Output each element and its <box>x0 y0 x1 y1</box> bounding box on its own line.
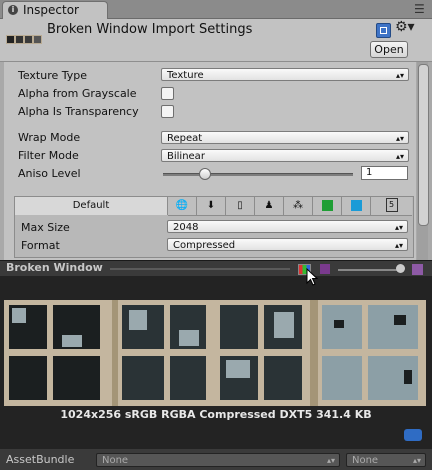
windows-phone-icon <box>350 199 362 211</box>
mip-level-icon[interactable] <box>412 264 423 275</box>
max-size-value: 2048 <box>173 222 199 233</box>
asset-bundle-label: AssetBundle <box>6 453 75 466</box>
blackberry-icon: ⁂ <box>293 200 303 211</box>
alpha-grayscale-label: Alpha from Grayscale <box>18 87 137 100</box>
texture-type-dropdown[interactable]: Texture ▴▾ <box>161 68 409 81</box>
preview-drag-handle[interactable] <box>110 268 290 270</box>
filter-mode-dropdown[interactable]: Bilinear ▴▾ <box>161 149 409 162</box>
platform-tab-standalone[interactable]: 🌐 <box>168 197 197 216</box>
panel-menu-icon[interactable]: ☰ <box>414 2 425 16</box>
windows-store-icon <box>321 199 333 211</box>
tab-inspector[interactable]: i Inspector <box>2 1 108 19</box>
alpha-transparency-checkbox[interactable] <box>161 105 174 118</box>
platform-tab-windows-phone[interactable] <box>342 197 371 216</box>
inspector-header: Broken Window Import Settings ⚙▾ Open <box>0 19 432 62</box>
alpha-transparency-label: Alpha Is Transparency <box>18 105 139 118</box>
platform-tab-windows-store[interactable] <box>313 197 342 216</box>
alpha-channel-icon[interactable] <box>320 264 330 274</box>
wrap-mode-value: Repeat <box>167 133 203 144</box>
globe-icon: 🌐 <box>175 200 189 211</box>
info-icon: i <box>8 5 18 15</box>
format-value: Compressed <box>173 240 236 251</box>
texture-type-label: Texture Type <box>18 69 88 82</box>
scrollbar-thumb[interactable] <box>418 64 429 226</box>
platform-tab-android[interactable]: ♟ <box>255 197 284 216</box>
dropdown-arrow-icon: ▴▾ <box>394 223 403 232</box>
help-book-icon[interactable] <box>376 23 391 38</box>
download-icon: ⬇ <box>206 200 216 211</box>
tab-default[interactable]: Default <box>15 197 168 215</box>
wrap-mode-dropdown[interactable]: Repeat ▴▾ <box>161 131 409 144</box>
wrap-mode-label: Wrap Mode <box>18 131 81 144</box>
asset-bundle-variant-value: None <box>352 455 379 466</box>
dropdown-arrow-icon: ▴▾ <box>412 456 421 465</box>
mip-slider-track[interactable] <box>338 269 402 271</box>
asset-bundle-value: None <box>102 455 129 466</box>
texture-type-value: Texture <box>167 70 204 81</box>
texture-info: 1024x256 sRGB RGBA Compressed DXT5 341.4… <box>60 408 372 421</box>
filter-mode-value: Bilinear <box>167 151 205 162</box>
asset-bundle-bar: AssetBundle None ▴▾ None ▴▾ <box>0 449 432 470</box>
dropdown-arrow-icon: ▴▾ <box>394 241 403 250</box>
dropdown-arrow-icon: ▴▾ <box>395 71 404 80</box>
format-dropdown[interactable]: Compressed ▴▾ <box>167 238 408 251</box>
platform-tab-ios[interactable]: ▯ <box>226 197 255 216</box>
android-icon: ♟ <box>264 200 274 211</box>
platform-tab-blackberry[interactable]: ⁂ <box>284 197 313 216</box>
page-title: Broken Window Import Settings <box>47 22 253 37</box>
asset-label-icon[interactable] <box>404 429 422 441</box>
phone-icon: ▯ <box>237 200 243 211</box>
platform-settings: Default 🌐 ⬇ ▯ ♟ ⁂ 5 Max Size 2048 ▴▾ Form… <box>14 196 414 258</box>
dropdown-arrow-icon: ▴▾ <box>395 152 404 161</box>
max-size-label: Max Size <box>21 221 70 234</box>
texture-preview: 1024x256 sRGB RGBA Compressed DXT5 341.4… <box>0 276 432 449</box>
max-size-dropdown[interactable]: 2048 ▴▾ <box>167 220 408 233</box>
platform-tab-webplayer[interactable]: ⬇ <box>197 197 226 216</box>
aniso-slider-track[interactable] <box>163 173 353 176</box>
filter-mode-label: Filter Mode <box>18 149 79 162</box>
aniso-slider-knob[interactable] <box>199 168 211 180</box>
gear-icon[interactable]: ⚙▾ <box>395 19 415 35</box>
html5-icon: 5 <box>385 198 398 212</box>
aniso-level-label: Aniso Level <box>18 167 81 180</box>
texture-thumbnail <box>6 35 42 44</box>
aniso-level-field[interactable]: 1 <box>361 166 408 180</box>
platform-tab-webgl[interactable]: 5 <box>371 197 412 216</box>
asset-bundle-dropdown[interactable]: None ▴▾ <box>96 453 340 467</box>
preview-title: Broken Window <box>6 261 103 274</box>
alpha-grayscale-checkbox[interactable] <box>161 87 174 100</box>
mip-slider-knob[interactable] <box>396 264 405 273</box>
tab-bar: i Inspector ☰ <box>0 0 432 19</box>
dropdown-arrow-icon: ▴▾ <box>326 456 335 465</box>
asset-bundle-variant-dropdown[interactable]: None ▴▾ <box>346 453 426 467</box>
preview-toolbar[interactable]: Broken Window <box>0 260 432 276</box>
dropdown-arrow-icon: ▴▾ <box>395 134 404 143</box>
mouse-cursor-icon <box>306 268 318 286</box>
format-label: Format <box>21 239 60 252</box>
tab-label: Inspector <box>23 3 79 17</box>
broken-window-texture <box>4 300 426 406</box>
open-button[interactable]: Open <box>370 41 408 58</box>
